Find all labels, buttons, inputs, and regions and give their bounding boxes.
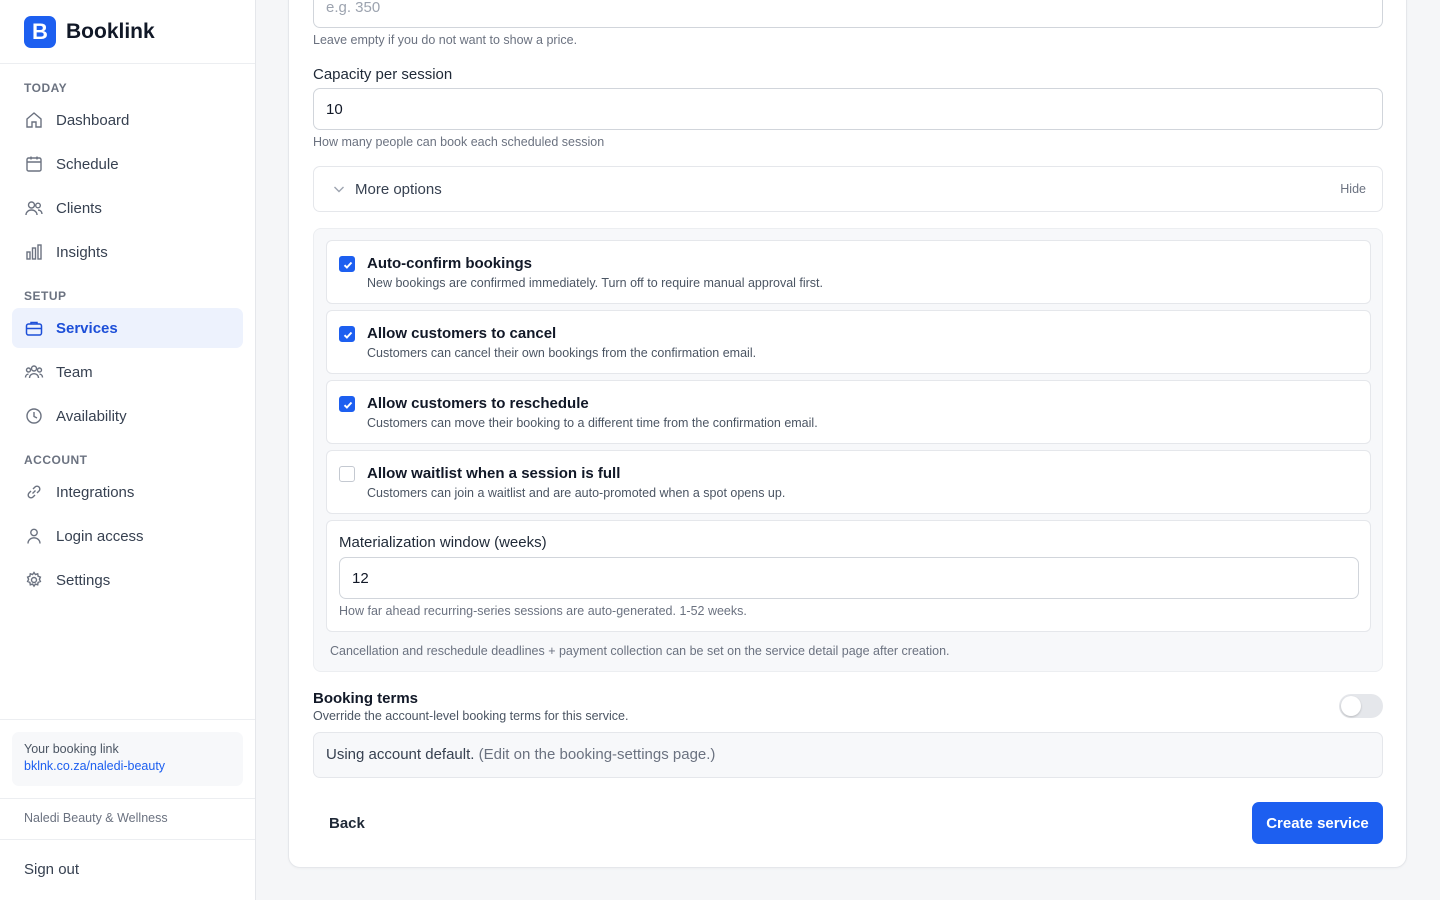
auto-confirm-checkbox[interactable] [339, 256, 355, 272]
home-icon [24, 110, 44, 130]
toggle-knob [1341, 696, 1361, 716]
materialization-input[interactable] [339, 557, 1359, 599]
check-icon [343, 401, 353, 409]
price-help: Leave empty if you do not want to show a… [313, 33, 578, 47]
materialization-label: Materialization window (weeks) [339, 534, 547, 551]
allow-waitlist-checkbox[interactable] [339, 466, 355, 482]
sidebar-item-settings[interactable]: Settings [12, 560, 243, 600]
booking-terms-desc: Override the account-level booking terms… [313, 709, 629, 723]
business-name: Naledi Beauty & Wellness [24, 811, 168, 825]
brand[interactable]: B Booklink [0, 0, 255, 64]
sidebar-item-team[interactable]: Team [12, 352, 243, 392]
sidebar-item-schedule[interactable]: Schedule [12, 144, 243, 184]
option-auto-confirm[interactable]: Auto-confirm bookings New bookings are c… [326, 240, 1371, 304]
capacity-help: How many people can book each scheduled … [313, 135, 605, 149]
sidebar-item-label: Insights [56, 243, 108, 261]
sidebar-item-dashboard[interactable]: Dashboard [12, 100, 243, 140]
booking-link-box: Your booking link bklnk.co.za/naledi-bea… [12, 732, 243, 786]
sidebar-divider [0, 798, 255, 799]
sidebar-item-login-access[interactable]: Login access [12, 516, 243, 556]
booking-terms-default: Using account default. (Edit on the book… [313, 732, 1383, 778]
booking-link-url[interactable]: bklnk.co.za/naledi-beauty [24, 759, 231, 773]
sidebar-item-availability[interactable]: Availability [12, 396, 243, 436]
booking-link-label: Your booking link [24, 742, 119, 756]
sidebar-item-label: Services [56, 319, 118, 337]
bar-chart-icon [24, 242, 44, 262]
service-form-card: Leave empty if you do not want to show a… [288, 0, 1407, 868]
calendar-icon [24, 154, 44, 174]
nav-section-account: ACCOUNT [24, 453, 88, 467]
sidebar-item-clients[interactable]: Clients [12, 188, 243, 228]
option-desc: New bookings are confirmed immediately. … [367, 276, 823, 290]
check-icon [343, 261, 353, 269]
team-icon [24, 362, 44, 382]
booking-terms-title: Booking terms [313, 690, 419, 707]
clock-icon [24, 406, 44, 426]
sidebar-divider [0, 719, 255, 720]
more-options-toggle[interactable]: More options Hide [313, 166, 1383, 212]
allow-reschedule-checkbox[interactable] [339, 396, 355, 412]
option-desc: Customers can join a waitlist and are au… [367, 486, 786, 500]
hide-options-button[interactable]: Hide [1340, 182, 1366, 196]
materialization-help: How far ahead recurring-series sessions … [339, 604, 747, 618]
chevron-down-icon [334, 186, 344, 193]
sidebar-item-label: Availability [56, 407, 127, 425]
sidebar-item-label: Team [56, 363, 93, 381]
briefcase-icon [24, 318, 44, 338]
sign-out-link[interactable]: Sign out [24, 861, 79, 878]
sidebar-divider [0, 839, 255, 840]
option-title: Allow customers to reschedule [367, 395, 589, 412]
option-allow-cancel[interactable]: Allow customers to cancel Customers can … [326, 310, 1371, 374]
more-options-label: More options [355, 181, 442, 198]
nav-section-today: TODAY [24, 81, 68, 95]
sidebar-item-label: Settings [56, 571, 111, 589]
users-icon [24, 198, 44, 218]
link-icon [24, 482, 44, 502]
option-desc: Customers can cancel their own bookings … [367, 346, 757, 360]
sidebar-item-services[interactable]: Services [12, 308, 243, 348]
sidebar-item-label: Login access [56, 527, 144, 545]
default-text: Using account default. [326, 746, 475, 763]
price-input[interactable] [313, 0, 1383, 28]
option-title: Allow waitlist when a session is full [367, 465, 621, 482]
option-title: Allow customers to cancel [367, 325, 557, 342]
sidebar-item-label: Schedule [56, 155, 119, 173]
gear-icon [24, 570, 44, 590]
brand-name: Booklink [66, 19, 155, 43]
brand-logo: B [24, 15, 56, 48]
user-icon [24, 526, 44, 546]
options-note: Cancellation and reschedule deadlines + … [330, 644, 950, 658]
capacity-label: Capacity per session [313, 66, 453, 83]
sidebar-item-label: Clients [56, 199, 102, 217]
default-hint[interactable]: (Edit on the booking-settings page.) [479, 746, 716, 763]
booking-terms-toggle[interactable] [1339, 694, 1383, 718]
sidebar-item-label: Dashboard [56, 111, 130, 129]
option-desc: Customers can move their booking to a di… [367, 416, 818, 430]
option-allow-reschedule[interactable]: Allow customers to reschedule Customers … [326, 380, 1371, 444]
sidebar-item-label: Integrations [56, 483, 135, 501]
allow-cancel-checkbox[interactable] [339, 326, 355, 342]
option-allow-waitlist[interactable]: Allow waitlist when a session is full Cu… [326, 450, 1371, 514]
more-options-panel: Auto-confirm bookings New bookings are c… [313, 228, 1383, 672]
create-service-button[interactable]: Create service [1252, 802, 1383, 844]
sidebar-item-insights[interactable]: Insights [12, 232, 243, 272]
back-button[interactable]: Back [313, 802, 381, 844]
sidebar: B Booklink TODAY Dashboard Schedule Clie… [0, 0, 256, 900]
option-title: Auto-confirm bookings [367, 255, 532, 272]
check-icon [343, 331, 353, 339]
capacity-input[interactable] [313, 88, 1383, 130]
nav-section-setup: SETUP [24, 289, 67, 303]
materialization-box: Materialization window (weeks) How far a… [326, 520, 1371, 632]
sidebar-item-integrations[interactable]: Integrations [12, 472, 243, 512]
